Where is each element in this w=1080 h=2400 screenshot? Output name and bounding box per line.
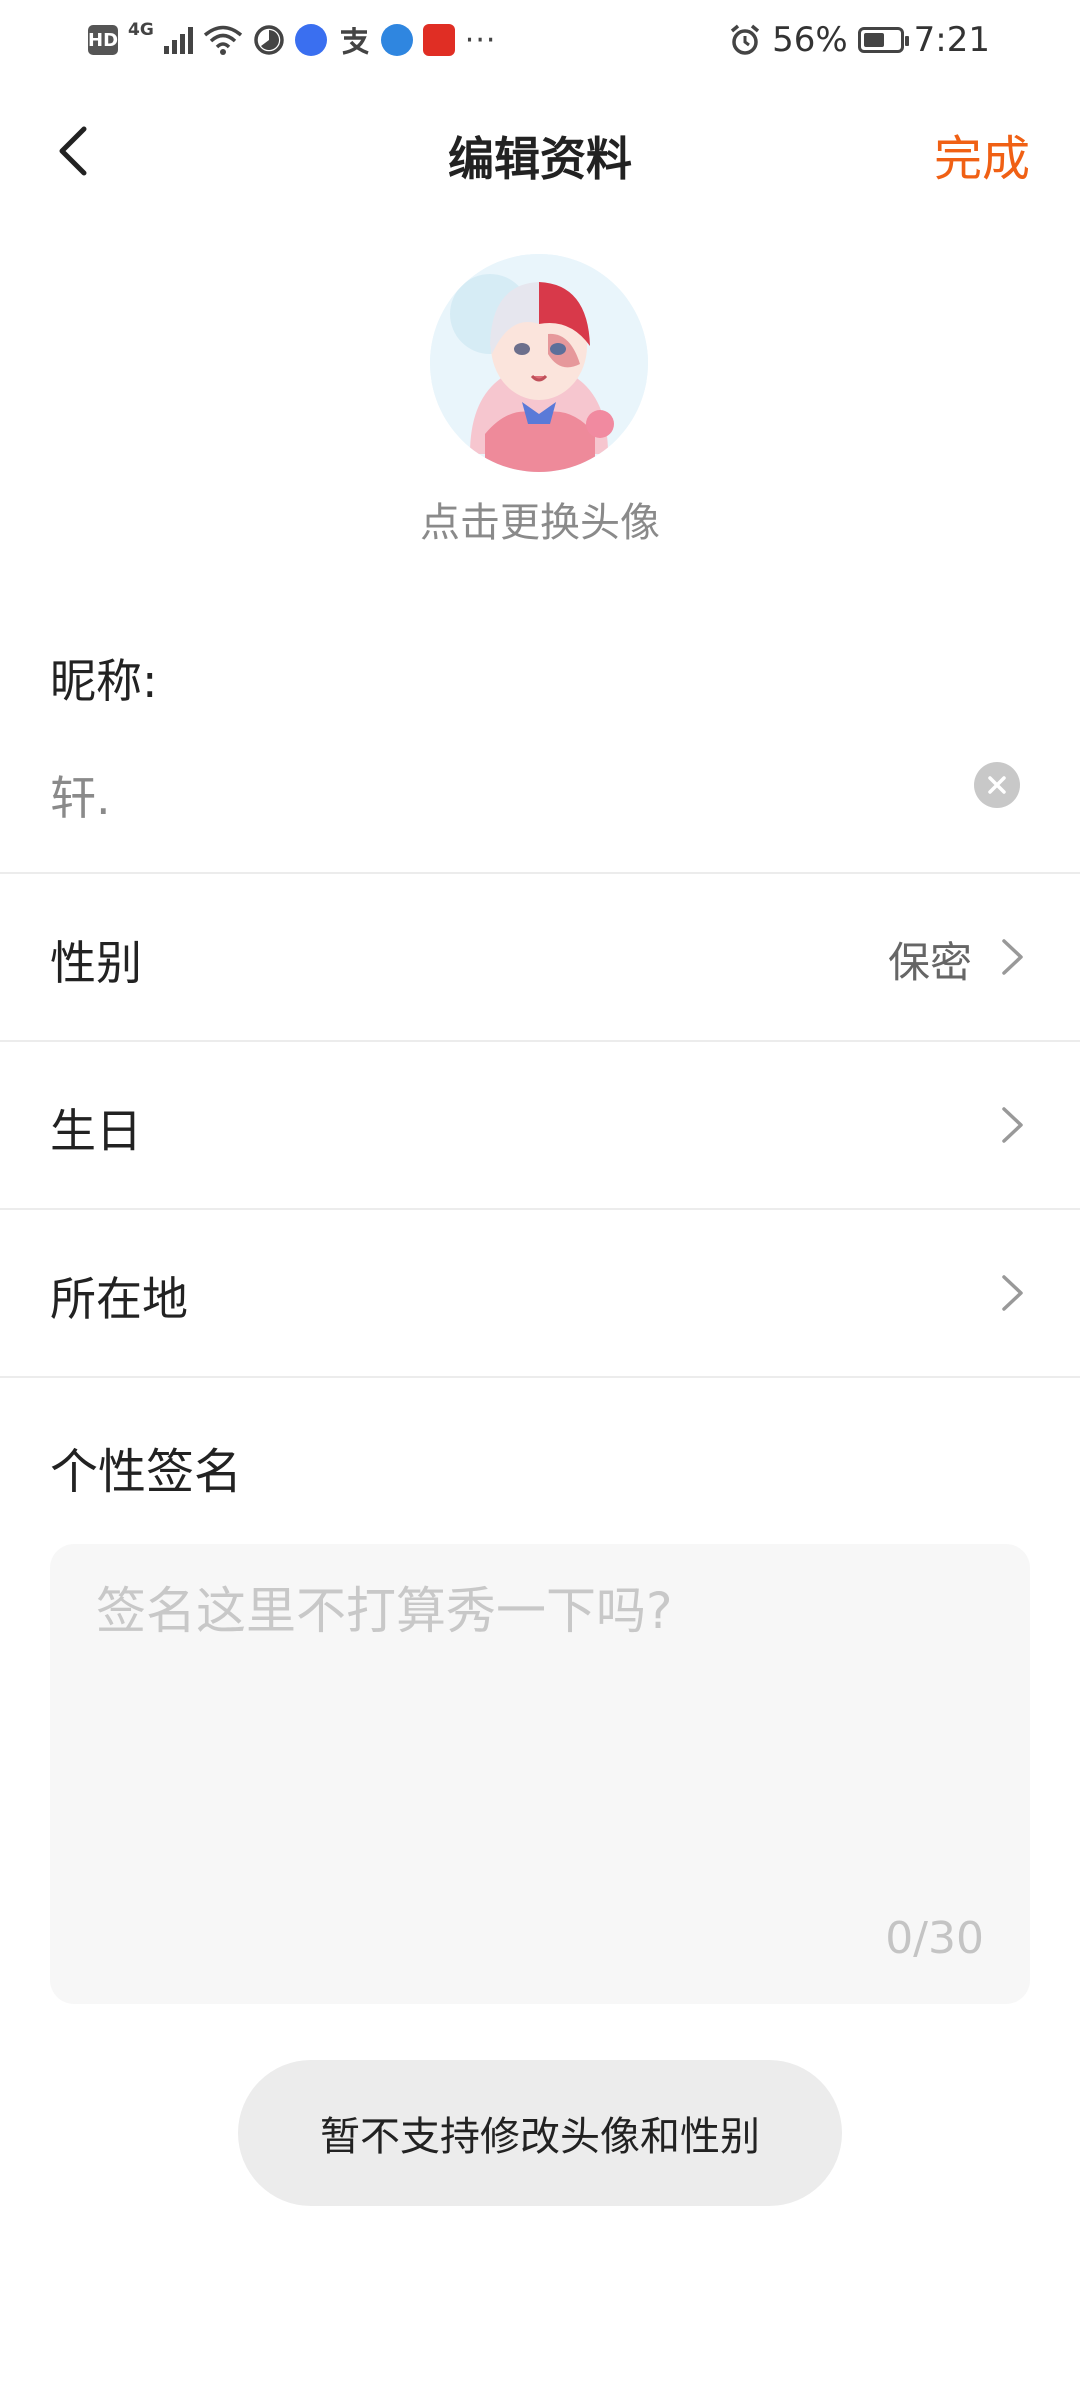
location-label: 所在地 <box>50 1272 188 1326</box>
more-icon: ··· <box>464 22 497 58</box>
gender-label: 性别 <box>50 936 142 990</box>
signature-box[interactable]: 0/30 <box>50 1544 1030 2004</box>
signature-label: 个性签名 <box>50 1444 243 1500</box>
alarm-icon <box>730 24 760 55</box>
change-avatar-hint[interactable]: 点击更换头像 <box>0 490 1080 548</box>
avatar-image <box>430 254 648 472</box>
hd-icon: HD <box>88 25 118 55</box>
location-row[interactable]: 所在地 <box>0 1210 1080 1376</box>
avatar[interactable] <box>430 254 648 472</box>
music-app-icon <box>294 24 327 56</box>
wifi-icon <box>203 25 242 55</box>
toast-message: 暂不支持修改头像和性别 <box>238 2060 842 2206</box>
timer-icon <box>254 25 284 55</box>
signature-input[interactable] <box>96 1582 976 1640</box>
battery-percent: 56% <box>772 20 848 60</box>
nav-bar: 编辑资料 完成 <box>0 95 1080 205</box>
clear-icon[interactable] <box>974 762 1020 808</box>
network-type: 4G <box>128 20 154 40</box>
page-title: 编辑资料 <box>448 132 632 186</box>
pinduoduo-icon <box>422 24 455 56</box>
gender-row[interactable]: 性别 保密 <box>0 874 1080 1040</box>
birthday-label: 生日 <box>50 1104 142 1158</box>
status-bar-right: 56% 7:21 <box>728 18 990 62</box>
status-bar-left: HD 4G ··· <box>88 18 496 62</box>
chevron-right-icon <box>1002 939 1023 975</box>
signature-counter: 0/30 <box>885 1913 984 1964</box>
divider <box>0 1376 1080 1378</box>
alipay-icon <box>340 27 369 55</box>
close-icon <box>988 776 1006 794</box>
battery-icon <box>857 27 909 53</box>
chevron-right-icon <box>1002 1107 1023 1143</box>
status-bar: HD 4G ··· 56% 7:21 <box>0 0 1080 80</box>
browser-icon <box>380 24 413 56</box>
done-button[interactable]: 完成 <box>934 119 1030 189</box>
nickname-label: 昵称: <box>50 654 158 708</box>
chevron-right-icon <box>1002 1275 1023 1311</box>
birthday-row[interactable]: 生日 <box>0 1042 1080 1208</box>
clock: 7:21 <box>913 20 990 60</box>
nickname-input[interactable]: 轩. <box>50 762 111 828</box>
gender-value: 保密 <box>887 938 972 987</box>
signal-icon <box>163 26 193 54</box>
